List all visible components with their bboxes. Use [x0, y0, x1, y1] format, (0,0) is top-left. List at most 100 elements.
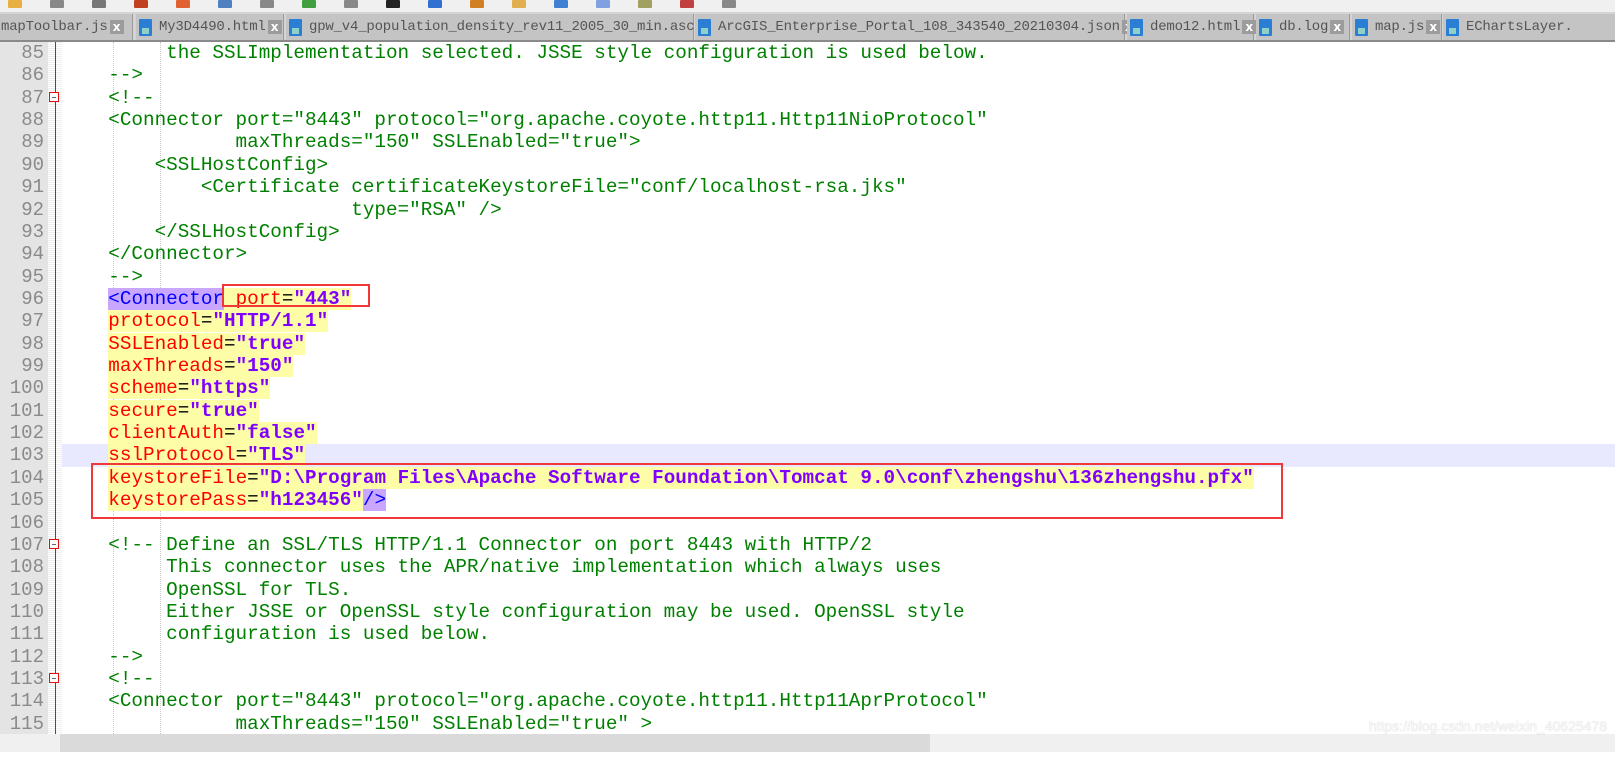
code-token: <Connector port="8443" protocol="org.apa… — [62, 690, 988, 713]
line-number: 105 — [9, 489, 44, 512]
toolbar-button-icon[interactable] — [386, 0, 400, 8]
code-line[interactable]: 108 This connector uses the APR/native i… — [0, 556, 1615, 578]
code-line[interactable]: 107 <!-- Define an SSL/TLS HTTP/1.1 Conn… — [0, 534, 1615, 556]
save-file-icon — [1130, 18, 1143, 36]
toolbar-button-icon[interactable] — [638, 0, 652, 8]
code-token: clientAuth — [108, 422, 225, 445]
tab-arcgis-json[interactable]: ArcGIS_Enterprise_Portal_108_343540_2021… — [695, 14, 1136, 40]
code-line[interactable]: 86 --> — [0, 64, 1615, 86]
line-number: 86 — [21, 64, 44, 87]
line-number: 110 — [9, 600, 44, 623]
save-file-icon — [1259, 18, 1272, 36]
close-icon[interactable]: x — [109, 20, 124, 34]
line-number: 88 — [21, 109, 44, 132]
toolbar-button-icon[interactable] — [554, 0, 568, 8]
code-line[interactable]: 90 <SSLHostConfig> — [0, 154, 1615, 176]
code-line[interactable]: 85 the SSLImplementation selected. JSSE … — [0, 42, 1615, 64]
code-line[interactable]: 89 maxThreads="150" SSLEnabled="true"> — [0, 131, 1615, 153]
toolbar-button-icon[interactable] — [344, 0, 358, 8]
code-line[interactable]: 100 scheme="https" — [0, 377, 1615, 400]
tab-echartslayer[interactable]: EChartsLayer. — [1443, 14, 1615, 40]
code-line[interactable]: 99 maxThreads="150" — [0, 355, 1615, 378]
toolbar-button-icon[interactable] — [176, 0, 190, 8]
line-number: 99 — [21, 355, 44, 378]
code-line[interactable]: 102 clientAuth="false" — [0, 422, 1615, 445]
toolbar-button-icon[interactable] — [260, 0, 274, 8]
close-icon[interactable]: x — [1426, 20, 1441, 34]
horizontal-scrollbar[interactable] — [0, 734, 1615, 752]
code-line[interactable]: 97 protocol="HTTP/1.1" — [0, 310, 1615, 333]
tab-demo12-html[interactable]: demo12.html x — [1127, 14, 1257, 40]
code-editor[interactable]: 85 the SSLImplementation selected. JSSE … — [0, 42, 1615, 735]
toolbar-button-icon[interactable] — [470, 0, 484, 8]
toolbar-button-icon[interactable] — [512, 0, 526, 8]
code-token: </Connector> — [62, 243, 248, 266]
tab-map-js[interactable]: map.js x — [1352, 14, 1442, 40]
code-line[interactable]: 94 </Connector> — [0, 243, 1615, 265]
close-icon[interactable]: x — [1242, 20, 1257, 34]
toolbar-button-icon[interactable] — [8, 0, 22, 8]
toolbar-button-icon[interactable] — [428, 0, 442, 8]
line-content: secure="true" — [62, 399, 1615, 422]
toolbar-button-icon[interactable] — [92, 0, 106, 8]
toolbar-button-icon[interactable] — [596, 0, 610, 8]
toolbar-button-icon[interactable] — [218, 0, 232, 8]
fold-toggle-icon[interactable] — [49, 91, 59, 102]
line-number: 108 — [9, 556, 44, 579]
code-token: maxThreads — [108, 355, 225, 378]
fold-toggle-icon[interactable] — [49, 673, 59, 684]
toolbar-button-icon[interactable] — [680, 0, 694, 8]
code-line[interactable]: 91 <Certificate certificateKeystoreFile=… — [0, 176, 1615, 198]
toolbar-button-icon[interactable] — [722, 0, 736, 8]
tab-my3d4490-html[interactable]: My3D4490.html x — [136, 14, 284, 40]
code-line[interactable]: 93 </SSLHostConfig> — [0, 221, 1615, 243]
code-line[interactable]: 101 secure="true" — [0, 399, 1615, 422]
tab-maptoolbar-js[interactable]: mapToolbar.js x — [0, 14, 133, 40]
code-line[interactable]: 92 type="RSA" /> — [0, 199, 1615, 221]
code-token: secure — [108, 399, 178, 422]
line-number: 92 — [21, 198, 44, 221]
code-line[interactable]: 109 OpenSSL for TLS. — [0, 579, 1615, 601]
line-content: --> — [62, 646, 1615, 668]
code-line[interactable]: 87 <!-- — [0, 87, 1615, 109]
status-area — [0, 752, 1615, 773]
fold-toggle-icon[interactable] — [49, 538, 59, 549]
code-line[interactable]: 110 Either JSSE or OpenSSL style configu… — [0, 601, 1615, 623]
code-line[interactable]: 111 configuration is used below. — [0, 623, 1615, 645]
code-token: --> — [62, 645, 143, 668]
code-token: This connector uses the APR/native imple… — [62, 556, 942, 579]
line-content: </Connector> — [62, 243, 1615, 265]
toolbar-button-icon[interactable] — [50, 0, 64, 8]
close-icon[interactable]: x — [267, 20, 282, 34]
code-token: = — [177, 399, 190, 422]
code-token: <Certificate certificateKeystoreFile="co… — [62, 176, 907, 199]
code-line[interactable]: 98 SSLEnabled="true" — [0, 332, 1615, 355]
code-line[interactable]: 88 <Connector port="8443" protocol="org.… — [0, 109, 1615, 131]
tab-db-log[interactable]: db.log x — [1256, 14, 1350, 40]
code-line[interactable]: 114 <Connector port="8443" protocol="org… — [0, 690, 1615, 712]
line-content: <Connector port="8443" protocol="org.apa… — [62, 109, 1615, 131]
code-line[interactable]: 113 <!-- — [0, 668, 1615, 690]
code-token: = — [224, 332, 236, 355]
toolbar-button-icon[interactable] — [134, 0, 148, 8]
tab-gpw-asc[interactable]: gpw_v4_population_density_rev11_2005_30_… — [286, 14, 711, 40]
line-number: 97 — [21, 310, 44, 333]
line-content: <!-- Define an SSL/TLS HTTP/1.1 Connecto… — [62, 534, 1615, 556]
code-line[interactable]: 112 --> — [0, 646, 1615, 668]
code-token: = — [224, 355, 236, 378]
toolbar-button-icon[interactable] — [302, 0, 316, 8]
code-token: "150" — [235, 355, 294, 378]
close-icon[interactable]: x — [1330, 20, 1345, 34]
line-number: 112 — [9, 645, 44, 668]
toolbar — [0, 0, 1615, 12]
line-content: maxThreads="150" — [62, 355, 1615, 378]
save-file-icon — [698, 18, 711, 36]
code-token: Either JSSE or OpenSSL style configurati… — [62, 600, 965, 623]
scrollbar-thumb[interactable] — [60, 734, 930, 752]
code-token: type="RSA" /> — [62, 198, 502, 221]
save-file-icon — [289, 18, 302, 36]
line-number: 90 — [21, 153, 44, 176]
